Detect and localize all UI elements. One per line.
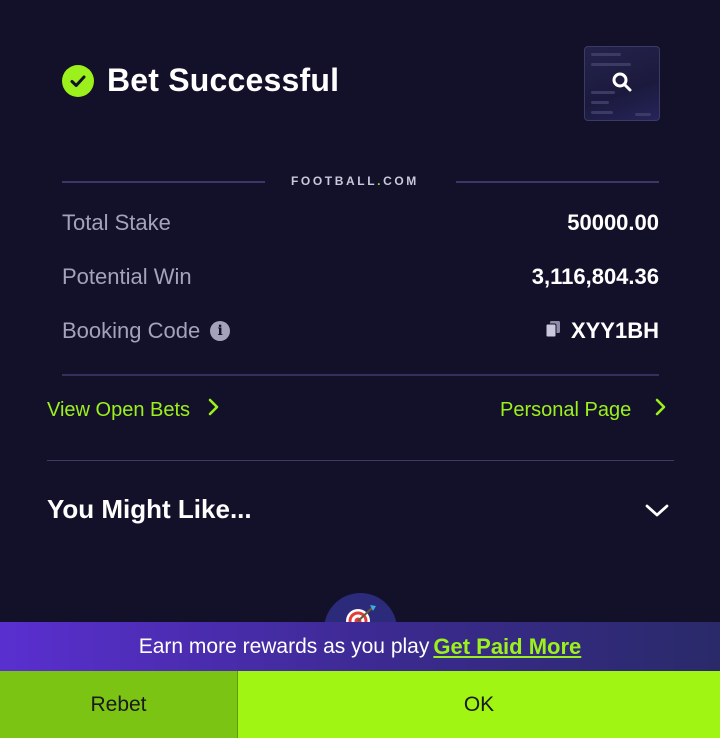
chevron-down-icon[interactable] [645,503,669,524]
section-divider [47,460,674,461]
success-header: Bet Successful [62,62,339,99]
view-open-bets-link[interactable]: View Open Bets [47,398,220,422]
bet-slip-thumbnail[interactable] [584,46,660,121]
rewards-banner-text: Earn more rewards as you play [138,634,430,658]
check-circle-icon [62,64,94,97]
copy-icon[interactable] [545,318,561,344]
total-stake-row: Total Stake 50000.00 [62,208,659,238]
ok-button[interactable]: OK [238,671,720,738]
booking-code-row: Booking Code i XYY1BH [62,316,659,346]
divider-line-left [62,181,265,183]
get-paid-more-link[interactable]: Get Paid More [433,634,581,660]
info-icon[interactable]: i [210,321,231,341]
chevron-right-icon [208,398,220,422]
booking-code-label: Booking Code [62,318,201,343]
booking-code-label-group: Booking Code i [62,318,231,344]
page-title: Bet Successful [107,62,340,98]
brand-divider: FOOTBALL.COM [62,172,659,192]
total-stake-value: 50000.00 [567,210,659,235]
chevron-right-icon [655,398,667,422]
personal-page-label: Personal Page [500,398,632,421]
personal-page-link[interactable]: Personal Page [500,398,667,422]
divider-line-right [456,181,659,183]
section-divider [62,374,659,376]
potential-win-row: Potential Win 3,116,804.36 [62,262,659,292]
booking-code-value: XYY1BH [570,318,659,343]
view-open-bets-label: View Open Bets [47,398,191,421]
total-stake-label: Total Stake [62,210,171,235]
potential-win-value: 3,116,804.36 [531,264,659,289]
booking-code-value-group[interactable]: XYY1BH [545,318,659,344]
rewards-banner: Earn more rewards as you play Get Paid M… [0,622,720,671]
brand-logo: FOOTBALL.COM [291,174,419,188]
you-might-like-heading[interactable]: You Might Like... [47,494,252,525]
potential-win-label: Potential Win [62,264,192,289]
rebet-button[interactable]: Rebet [0,671,237,738]
search-icon [611,71,633,98]
